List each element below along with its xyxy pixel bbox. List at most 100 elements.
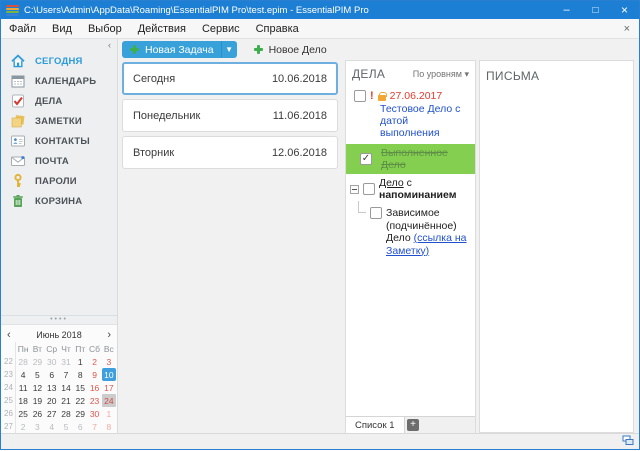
task-title: Тестовое Дело с датой выполнения: [380, 103, 469, 139]
calendar-day-header: Пт: [73, 342, 87, 355]
menu-справка[interactable]: Справка: [248, 19, 307, 38]
task-title: Выполненное Дело: [381, 147, 469, 171]
calendar-day[interactable]: 4: [45, 420, 59, 433]
task-item-completed[interactable]: ✓ Выполненное Дело: [346, 144, 475, 174]
calendar-day[interactable]: 4: [16, 368, 30, 381]
tasks-panel: ДЕЛА По уровням ▾ ! 27.06.201: [345, 60, 476, 433]
calendar-day[interactable]: 14: [59, 381, 73, 394]
calendar-day[interactable]: 6: [73, 420, 87, 433]
task-checkbox-checked[interactable]: ✓: [360, 153, 372, 165]
calendar-day[interactable]: 12: [30, 381, 44, 394]
maximize-button[interactable]: □: [581, 1, 610, 19]
calendar-day[interactable]: 8: [73, 368, 87, 381]
contacts-icon: [10, 133, 26, 149]
sidebar-item-label: ДЕЛА: [35, 96, 62, 107]
calendar-day[interactable]: 17: [102, 381, 116, 394]
menu-вид[interactable]: Вид: [44, 19, 80, 38]
menu-файл[interactable]: Файл: [1, 19, 44, 38]
calendar-day[interactable]: 2: [16, 420, 30, 433]
menu-выбор[interactable]: Выбор: [80, 19, 130, 38]
calendar-day[interactable]: 30: [87, 407, 101, 420]
sidebar-item-label: КАЛЕНДАРЬ: [35, 76, 96, 87]
calendar-day[interactable]: 26: [30, 407, 44, 420]
calendar-day[interactable]: 20: [45, 394, 59, 407]
calendar-day[interactable]: 7: [87, 420, 101, 433]
plus-icon: [129, 44, 140, 55]
calendar-day[interactable]: 23: [87, 394, 101, 407]
calendar-day[interactable]: 29: [30, 355, 44, 368]
calendar-day[interactable]: 9: [87, 368, 101, 381]
task-checkbox[interactable]: [363, 183, 375, 195]
calendar-day[interactable]: 28: [16, 355, 30, 368]
calendar-day[interactable]: 3: [30, 420, 44, 433]
calendar-prev-button[interactable]: ‹: [7, 330, 19, 340]
day-date: 11.06.2018: [273, 110, 327, 122]
sidebar-item-календарь[interactable]: КАЛЕНДАРЬ: [1, 71, 117, 91]
new-item-button[interactable]: Новое Дело: [247, 41, 333, 58]
calendar-day[interactable]: 16: [87, 381, 101, 394]
task-due-date: 27.06.2017: [390, 90, 443, 102]
calendar-day[interactable]: 1: [102, 407, 116, 420]
calendar-day[interactable]: 27: [45, 407, 59, 420]
sidebar-item-label: КОРЗИНА: [35, 196, 82, 207]
sidebar-splitter-handle[interactable]: ••••: [1, 315, 117, 324]
sidebar-item-корзина[interactable]: КОРЗИНА: [1, 191, 117, 211]
calendar-day[interactable]: 7: [59, 368, 73, 381]
sidebar-item-сегодня[interactable]: СЕГОДНЯ: [1, 51, 117, 71]
sidebar-item-дела[interactable]: ДЕЛА: [1, 91, 117, 111]
today-list-item[interactable]: Понедельник 11.06.2018: [122, 99, 338, 132]
task-item-reminder[interactable]: Дело с напоминанием: [346, 176, 475, 204]
menu-действия[interactable]: Действия: [130, 19, 194, 38]
collapse-expander-icon[interactable]: [350, 185, 359, 194]
new-task-dropdown-button[interactable]: ▼: [221, 41, 237, 58]
new-task-button[interactable]: Новая Задача ▼: [122, 41, 237, 58]
calendar-day[interactable]: 22: [73, 394, 87, 407]
task-item-overdue[interactable]: ! 27.06.2017 Тестовое Дело с датой выпол…: [346, 89, 475, 142]
calendar-day-header: Ср: [45, 342, 59, 355]
calendar-day[interactable]: 1: [73, 355, 87, 368]
sort-by-levels-dropdown[interactable]: По уровням ▾: [413, 69, 469, 80]
calendar-day[interactable]: 10: [102, 368, 116, 381]
calendar-day[interactable]: 2: [87, 355, 101, 368]
calendar-day[interactable]: 25: [16, 407, 30, 420]
today-list-item[interactable]: Сегодня 10.06.2018: [122, 62, 338, 95]
task-item-subtask[interactable]: Зависимое (подчинённое) Дело (ссылка на …: [346, 206, 475, 260]
close-button[interactable]: ×: [610, 1, 639, 19]
sidebar-item-контакты[interactable]: КОНТАКТЫ: [1, 131, 117, 151]
calendar-day[interactable]: 30: [45, 355, 59, 368]
sidebar-item-заметки[interactable]: ЗАМЕТКИ: [1, 111, 117, 131]
sidebar-collapse-button[interactable]: ‹: [108, 40, 111, 50]
calendar-day[interactable]: 6: [45, 368, 59, 381]
calendar-day[interactable]: 3: [102, 355, 116, 368]
sidebar-item-почта[interactable]: ПОЧТА: [1, 151, 117, 171]
calendar-day[interactable]: 18: [16, 394, 30, 407]
tab-list-1[interactable]: Список 1: [346, 417, 405, 433]
add-list-button[interactable]: +: [405, 417, 422, 433]
calendar-day[interactable]: 13: [45, 381, 59, 394]
minimize-button[interactable]: –: [552, 1, 581, 19]
calendar-day[interactable]: 8: [102, 420, 116, 433]
day-name: Вторник: [133, 147, 174, 159]
sync-icon[interactable]: [622, 433, 634, 451]
calendar-day[interactable]: 19: [30, 394, 44, 407]
calendar-day[interactable]: 29: [73, 407, 87, 420]
calendar-day[interactable]: 28: [59, 407, 73, 420]
calendar-day[interactable]: 24: [102, 394, 116, 407]
task-checkbox[interactable]: [370, 207, 382, 219]
calendar-day[interactable]: 11: [16, 381, 30, 394]
task-checkbox[interactable]: [354, 90, 366, 102]
sidebar-item-пароли[interactable]: ПАРОЛИ: [1, 171, 117, 191]
calendar-day[interactable]: 15: [73, 381, 87, 394]
today-list-item[interactable]: Вторник 12.06.2018: [122, 136, 338, 169]
menubar-close-icon[interactable]: ×: [615, 23, 639, 35]
today-panel: Сегодня 10.06.2018 Понедельник 11.06.201…: [118, 60, 342, 433]
calendar-day[interactable]: 5: [30, 368, 44, 381]
calendar-day[interactable]: 31: [59, 355, 73, 368]
new-item-label: Новое Дело: [269, 44, 327, 56]
sidebar-item-label: ПОЧТА: [35, 156, 69, 167]
task-list-tabbar: Список 1 +: [346, 416, 475, 433]
calendar-next-button[interactable]: ›: [99, 330, 111, 340]
calendar-day[interactable]: 21: [59, 394, 73, 407]
calendar-day[interactable]: 5: [59, 420, 73, 433]
menu-сервис[interactable]: Сервис: [194, 19, 248, 38]
